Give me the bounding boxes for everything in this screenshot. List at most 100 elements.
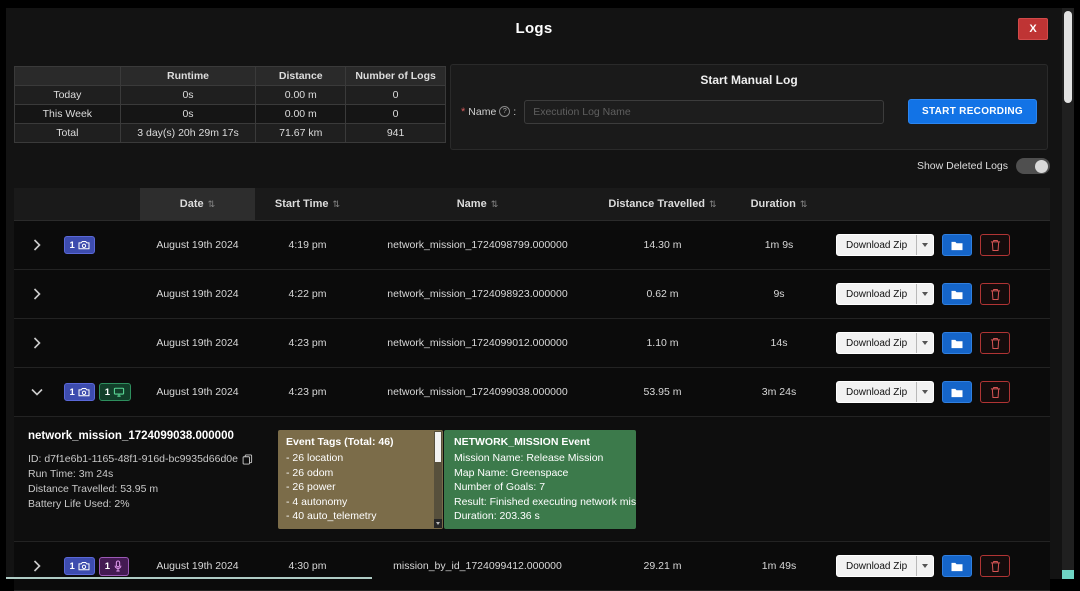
close-button[interactable]: X: [1018, 18, 1048, 40]
event-tags-scrollbar[interactable]: [434, 431, 442, 528]
log-start-time: 4:23 pm: [255, 386, 360, 398]
sort-icon: ⇅: [491, 199, 499, 210]
log-distance: 14.30 m: [595, 239, 730, 251]
download-options-caret[interactable]: [916, 235, 933, 255]
log-duration: 1m 49s: [730, 560, 828, 572]
scrollbar-corner: [1062, 570, 1074, 579]
delete-log-button[interactable]: [980, 555, 1010, 577]
download-options-caret[interactable]: [916, 284, 933, 304]
show-deleted-toggle[interactable]: [1016, 158, 1050, 174]
log-row: 1 August 19th 2024 4:19 pm network_missi…: [14, 221, 1050, 270]
log-name: network_mission_1724099038.000000: [360, 386, 595, 398]
folder-icon: [950, 289, 964, 300]
chevron-right-icon: [33, 288, 41, 300]
log-start-time: 4:23 pm: [255, 337, 360, 349]
log-start-time: 4:22 pm: [255, 288, 360, 300]
download-options-caret[interactable]: [916, 382, 933, 402]
open-folder-button[interactable]: [942, 234, 972, 256]
chevron-right-icon: [33, 337, 41, 349]
sort-icon: ⇅: [800, 199, 808, 210]
show-deleted-label: Show Deleted Logs: [917, 160, 1008, 172]
sort-icon: ⇅: [333, 199, 341, 210]
mission-event-line: Mission Name: Release Mission: [454, 451, 626, 466]
mission-event-line: Duration: 203.36 s: [454, 509, 626, 524]
log-name: network_mission_1724098923.000000: [360, 288, 595, 300]
open-folder-button[interactable]: [942, 332, 972, 354]
display-icon: [113, 387, 125, 397]
info-icon: ?: [499, 106, 510, 117]
camera-count-badge: 1: [64, 383, 95, 401]
log-start-time: 4:30 pm: [255, 560, 360, 572]
scrollbar-thumb[interactable]: [1064, 11, 1072, 103]
log-distance: 1.10 m: [595, 337, 730, 349]
header-name[interactable]: Name ⇅: [360, 188, 595, 220]
trash-icon: [990, 337, 1001, 350]
camera-icon: [78, 240, 90, 250]
log-name: network_mission_1724098799.000000: [360, 239, 595, 251]
delete-log-button[interactable]: [980, 283, 1010, 305]
download-options-caret[interactable]: [916, 556, 933, 576]
log-row: August 19th 2024 4:22 pm network_mission…: [14, 270, 1050, 319]
sort-icon: ⇅: [709, 199, 717, 210]
collapse-row-button[interactable]: [26, 381, 48, 403]
trash-icon: [990, 288, 1001, 301]
page-title: Logs: [6, 20, 1062, 37]
detail-run-time: Run Time: 3m 24s: [28, 467, 278, 482]
expand-row-button[interactable]: [26, 234, 48, 256]
open-folder-button[interactable]: [942, 283, 972, 305]
detail-battery: Battery Life Used: 2%: [28, 497, 278, 512]
mission-event-title: NETWORK_MISSION Event: [454, 436, 626, 448]
logs-window: Logs X Runtime Distance Number of Logs T…: [6, 8, 1074, 579]
start-manual-log-panel: Start Manual Log * Name ? : START RECORD…: [450, 64, 1048, 150]
event-tag: - 26 location: [286, 451, 429, 466]
mission-event-line: Result: Finished executing network missi…: [454, 495, 626, 510]
detail-id: ID: d7f1e6b1-1165-48f1-916d-bc9935d66d0e: [28, 452, 238, 467]
download-zip-button[interactable]: Download Zip: [836, 234, 934, 256]
camera-count-badge: 1: [64, 236, 95, 254]
log-row-expanded: 1 1 August 19th 2024 4:23 pm network_mis…: [14, 368, 1050, 417]
log-date: August 19th 2024: [140, 239, 255, 251]
scrollbar-thumb[interactable]: [435, 432, 441, 462]
open-folder-button[interactable]: [942, 555, 972, 577]
log-duration: 1m 9s: [730, 239, 828, 251]
trash-icon: [990, 560, 1001, 573]
delete-log-button[interactable]: [980, 381, 1010, 403]
chevron-down-icon: [31, 388, 43, 396]
name-colon: :: [513, 106, 516, 118]
download-zip-button[interactable]: Download Zip: [836, 555, 934, 577]
event-tag: - 26 odom: [286, 466, 429, 481]
download-zip-button[interactable]: Download Zip: [836, 332, 934, 354]
log-name: network_mission_1724099012.000000: [360, 337, 595, 349]
header-distance[interactable]: Distance Travelled ⇅: [595, 188, 730, 220]
header-duration[interactable]: Duration ⇅: [730, 188, 828, 220]
summary-row-today: Today 0s 0.00 m 0: [15, 86, 446, 105]
delete-log-button[interactable]: [980, 332, 1010, 354]
expand-row-button[interactable]: [26, 332, 48, 354]
copy-id-icon[interactable]: [242, 454, 253, 465]
delete-log-button[interactable]: [980, 234, 1010, 256]
window-scrollbar[interactable]: [1062, 8, 1074, 579]
log-row: 1 1 August 19th 2024 4:30 pm mission_by_…: [14, 542, 1050, 591]
log-duration: 14s: [730, 337, 828, 349]
download-zip-button[interactable]: Download Zip: [836, 283, 934, 305]
log-summary-table: Runtime Distance Number of Logs Today 0s…: [14, 66, 446, 143]
folder-icon: [950, 338, 964, 349]
summary-header-runtime: Runtime: [120, 67, 256, 86]
bottom-edge-strip: [6, 577, 372, 579]
detail-title: network_mission_1724099038.000000: [28, 430, 278, 442]
download-options-caret[interactable]: [916, 333, 933, 353]
toggle-knob: [1035, 160, 1048, 173]
log-date: August 19th 2024: [140, 288, 255, 300]
scroll-down-icon[interactable]: [434, 519, 442, 528]
microphone-icon: [113, 560, 123, 572]
open-folder-button[interactable]: [942, 381, 972, 403]
log-name: mission_by_id_1724099412.000000: [360, 560, 595, 572]
start-recording-button[interactable]: START RECORDING: [908, 99, 1037, 124]
expand-row-button[interactable]: [26, 283, 48, 305]
header-start-time[interactable]: Start Time ⇅: [255, 188, 360, 220]
log-name-input[interactable]: [524, 100, 884, 124]
expand-row-button[interactable]: [26, 555, 48, 577]
folder-icon: [950, 561, 964, 572]
download-zip-button[interactable]: Download Zip: [836, 381, 934, 403]
header-date[interactable]: Date ⇅: [140, 188, 255, 220]
